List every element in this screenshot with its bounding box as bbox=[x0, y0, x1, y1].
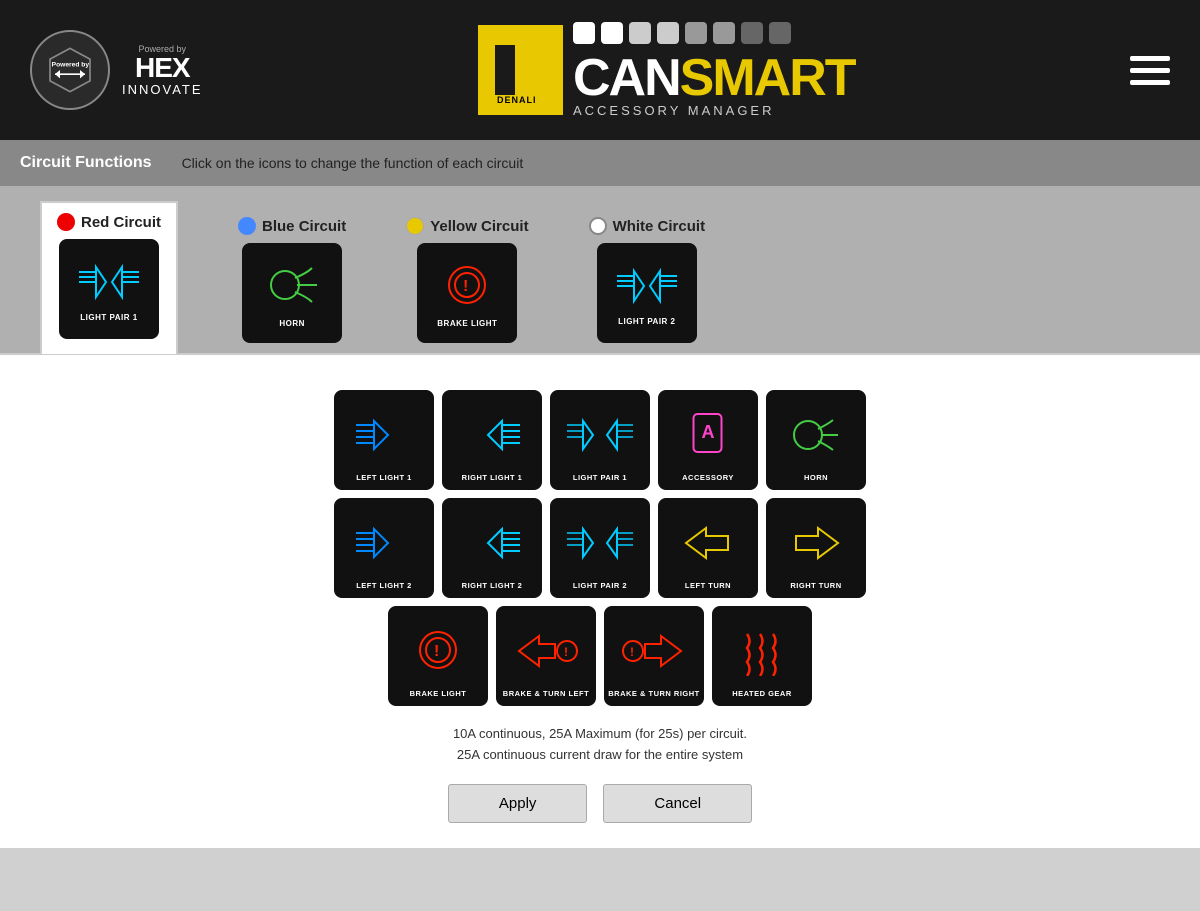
button-row: Apply Cancel bbox=[40, 784, 1160, 823]
icon-left-light-1[interactable]: LEFT LIGHT 1 bbox=[334, 390, 434, 490]
cansmart-brand: CAN SMART bbox=[573, 48, 855, 108]
circuit-blue[interactable]: Blue Circuit HORN bbox=[238, 217, 346, 353]
circuit-red-card[interactable]: LIGHT PAIR 1 bbox=[59, 239, 159, 339]
icon-brake-turn-left[interactable]: ! BRAKE & TURN LEFT bbox=[496, 606, 596, 706]
info-text: 10A continuous, 25A Maximum (for 25s) pe… bbox=[40, 724, 1160, 766]
circuit-red-text: Red Circuit bbox=[81, 214, 161, 231]
circuit-red-label: Red Circuit bbox=[57, 213, 161, 231]
sq1 bbox=[573, 22, 595, 44]
smart-text: SMART bbox=[680, 48, 855, 108]
icon-horn-1[interactable]: HORN bbox=[766, 390, 866, 490]
icon-right-light-2[interactable]: RIGHT LIGHT 2 bbox=[442, 498, 542, 598]
icon-left-turn-label: LEFT TURN bbox=[685, 581, 731, 590]
icon-horn-label: HORN bbox=[804, 473, 828, 482]
circuit-white-label: White Circuit bbox=[589, 217, 706, 235]
circuit-functions-bar: Circuit Functions Click on the icons to … bbox=[0, 140, 1200, 186]
icon-right-light-1[interactable]: RIGHT LIGHT 1 bbox=[442, 390, 542, 490]
icon-right-light-1-label: RIGHT LIGHT 1 bbox=[462, 473, 523, 482]
circuit-functions-title: Circuit Functions bbox=[20, 154, 152, 172]
squares-row bbox=[573, 22, 855, 44]
svg-text:DENALI: DENALI bbox=[497, 95, 537, 105]
hex-innovate-text: Powered by HEX INNOVATE bbox=[122, 44, 203, 97]
icon-brake-turn-right[interactable]: ! BRAKE & TURN RIGHT bbox=[604, 606, 704, 706]
can-text: CAN bbox=[573, 48, 680, 108]
function-icon-grid: LEFT LIGHT 1 RIGHT LIGHT 1 bbox=[40, 390, 1160, 706]
circuit-white-text: White Circuit bbox=[613, 218, 706, 235]
icon-row-3: ! BRAKE LIGHT ! BRAKE & TURN LEFT ! bbox=[388, 606, 812, 706]
circuit-white-card[interactable]: LIGHT PAIR 2 bbox=[597, 243, 697, 343]
circuit-yellow-function-label: BRAKE LIGHT bbox=[437, 319, 497, 328]
circuit-white-function-label: LIGHT PAIR 2 bbox=[618, 317, 675, 326]
info-line-2: 25A continuous current draw for the enti… bbox=[40, 745, 1160, 766]
menu-button[interactable] bbox=[1130, 56, 1170, 85]
circuit-blue-text: Blue Circuit bbox=[262, 218, 346, 235]
hex-label: HEX bbox=[122, 54, 203, 82]
circuit-selector: Red Circuit LIGHT PAIR 1 Blue Circuit bbox=[0, 186, 1200, 353]
circuit-blue-label: Blue Circuit bbox=[238, 217, 346, 235]
circuit-red-dot bbox=[57, 213, 75, 231]
svg-text:!: ! bbox=[463, 278, 468, 295]
header-left: Powered by Powered by HEX INNOVATE bbox=[30, 30, 203, 110]
icon-right-light-2-label: RIGHT LIGHT 2 bbox=[462, 581, 523, 590]
icon-light-pair-1[interactable]: LIGHT PAIR 1 bbox=[550, 390, 650, 490]
icon-brake-turn-right-label: BRAKE & TURN RIGHT bbox=[608, 689, 700, 698]
circuit-yellow-dot bbox=[406, 217, 424, 235]
cansmart-logo: DENALI CAN SMART ACCESSORY MANAGER bbox=[478, 22, 855, 118]
circuit-blue-dot bbox=[238, 217, 256, 235]
sq5 bbox=[685, 22, 707, 44]
hamburger-line-2 bbox=[1130, 68, 1170, 73]
circuit-red-function-label: LIGHT PAIR 1 bbox=[80, 313, 137, 322]
icon-brake-turn-left-label: BRAKE & TURN LEFT bbox=[503, 689, 589, 698]
circuit-yellow-text: Yellow Circuit bbox=[430, 218, 528, 235]
circuit-yellow[interactable]: Yellow Circuit ! BRAKE LIGHT bbox=[406, 217, 528, 353]
icon-right-turn[interactable]: RIGHT TURN bbox=[766, 498, 866, 598]
circuit-yellow-label: Yellow Circuit bbox=[406, 217, 528, 235]
icon-row-1: LEFT LIGHT 1 RIGHT LIGHT 1 bbox=[334, 390, 866, 490]
hex-innovate-logo: Powered by bbox=[30, 30, 110, 110]
icon-right-turn-label: RIGHT TURN bbox=[790, 581, 841, 590]
icon-row-2: LEFT LIGHT 2 RIGHT LIGHT 2 bbox=[334, 498, 866, 598]
svg-text:!: ! bbox=[564, 645, 568, 659]
circuit-yellow-card[interactable]: ! BRAKE LIGHT bbox=[417, 243, 517, 343]
circuit-functions-desc: Click on the icons to change the functio… bbox=[182, 155, 524, 171]
icon-heated-gear[interactable]: HEATED GEAR bbox=[712, 606, 812, 706]
hamburger-line-3 bbox=[1130, 80, 1170, 85]
icon-left-light-2[interactable]: LEFT LIGHT 2 bbox=[334, 498, 434, 598]
icon-light-pair-1-label: LIGHT PAIR 1 bbox=[573, 473, 627, 482]
cansmart-text-block: CAN SMART ACCESSORY MANAGER bbox=[573, 22, 855, 118]
icon-heated-gear-label: HEATED GEAR bbox=[732, 689, 792, 698]
icon-left-light-1-label: LEFT LIGHT 1 bbox=[356, 473, 412, 482]
apply-button[interactable]: Apply bbox=[448, 784, 588, 823]
main-content: LEFT LIGHT 1 RIGHT LIGHT 1 bbox=[0, 353, 1200, 848]
sq7 bbox=[741, 22, 763, 44]
icon-left-turn[interactable]: LEFT TURN bbox=[658, 498, 758, 598]
icon-left-light-2-label: LEFT LIGHT 2 bbox=[356, 581, 412, 590]
info-line-1: 10A continuous, 25A Maximum (for 25s) pe… bbox=[40, 724, 1160, 745]
circuit-red[interactable]: Red Circuit LIGHT PAIR 1 bbox=[40, 201, 178, 354]
icon-accessory-label: ACCESSORY bbox=[682, 473, 734, 482]
sq3 bbox=[629, 22, 651, 44]
sq8 bbox=[769, 22, 791, 44]
hamburger-line-1 bbox=[1130, 56, 1170, 61]
icon-brake-light[interactable]: ! BRAKE LIGHT bbox=[388, 606, 488, 706]
header: Powered by Powered by HEX INNOVATE DENAL… bbox=[0, 0, 1200, 140]
sq6 bbox=[713, 22, 735, 44]
svg-text:!: ! bbox=[630, 645, 634, 659]
circuit-white[interactable]: White Circuit LIGHT PAIR 2 bbox=[589, 217, 706, 353]
svg-text:Powered by: Powered by bbox=[52, 62, 90, 69]
circuit-blue-function-label: HORN bbox=[279, 319, 305, 328]
icon-accessory[interactable]: A ACCESSORY bbox=[658, 390, 758, 490]
sq2 bbox=[601, 22, 623, 44]
icon-brake-light-label: BRAKE LIGHT bbox=[410, 689, 467, 698]
circuit-white-dot bbox=[589, 217, 607, 235]
cancel-button[interactable]: Cancel bbox=[603, 784, 752, 823]
sq4 bbox=[657, 22, 679, 44]
svg-text:!: ! bbox=[434, 643, 439, 660]
denali-box: DENALI bbox=[478, 25, 563, 115]
icon-light-pair-2[interactable]: LIGHT PAIR 2 bbox=[550, 498, 650, 598]
icon-light-pair-2-label: LIGHT PAIR 2 bbox=[573, 581, 627, 590]
circuit-blue-card[interactable]: HORN bbox=[242, 243, 342, 343]
svg-text:A: A bbox=[702, 422, 715, 442]
innovate-label: INNOVATE bbox=[122, 82, 203, 97]
